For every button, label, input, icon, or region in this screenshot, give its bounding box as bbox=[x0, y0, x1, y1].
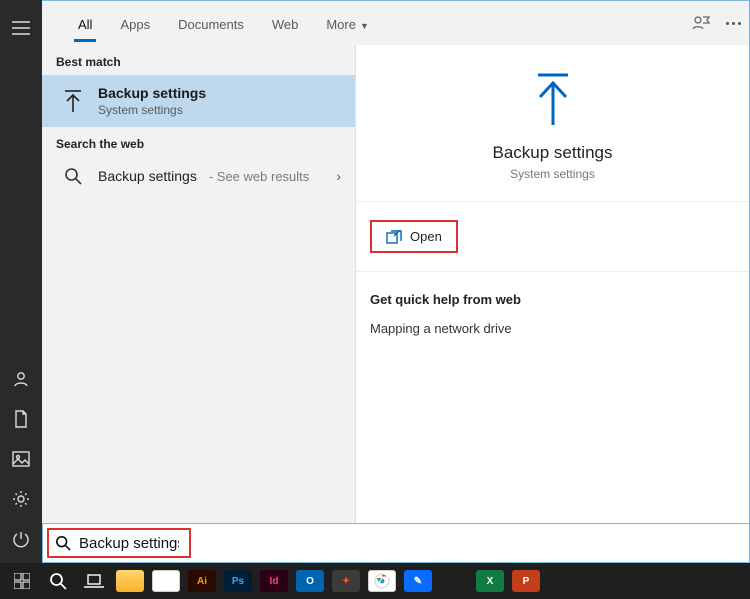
search-input[interactable] bbox=[79, 535, 179, 552]
open-button[interactable]: Open bbox=[370, 220, 458, 253]
open-label: Open bbox=[410, 229, 442, 244]
power-icon[interactable] bbox=[11, 529, 31, 549]
hamburger-icon[interactable] bbox=[11, 18, 31, 38]
feedback-icon[interactable] bbox=[685, 7, 717, 39]
chevron-right-icon: › bbox=[336, 168, 341, 184]
backup-arrow-icon bbox=[60, 88, 86, 114]
chevron-down-icon: ▼ bbox=[360, 21, 369, 31]
tab-apps[interactable]: Apps bbox=[106, 5, 164, 42]
app-outlook-icon[interactable]: O bbox=[294, 566, 326, 596]
document-icon[interactable] bbox=[11, 409, 31, 429]
search-icon bbox=[55, 535, 71, 551]
tab-documents[interactable]: Documents bbox=[164, 5, 258, 42]
task-view-icon[interactable] bbox=[78, 566, 110, 596]
search-web-label: Search the web bbox=[42, 127, 355, 157]
search-tabs: All Apps Documents Web More▼ bbox=[42, 1, 749, 45]
detail-subtitle: System settings bbox=[510, 167, 595, 181]
result-subtitle: System settings bbox=[98, 103, 206, 117]
tab-more[interactable]: More▼ bbox=[312, 5, 383, 42]
app-excel-icon[interactable]: X bbox=[474, 566, 506, 596]
app-photoshop-icon[interactable]: Ps bbox=[222, 566, 254, 596]
open-icon bbox=[386, 230, 402, 244]
backup-arrow-icon bbox=[528, 69, 578, 129]
user-icon[interactable] bbox=[11, 369, 31, 389]
app-powerpoint-icon[interactable]: P bbox=[510, 566, 542, 596]
app-chrome-icon[interactable] bbox=[366, 566, 398, 596]
search-panel: All Apps Documents Web More▼ Best match … bbox=[42, 0, 750, 563]
start-sidebar bbox=[0, 0, 42, 563]
more-options-icon[interactable] bbox=[717, 7, 749, 39]
app-notes-icon[interactable] bbox=[438, 566, 470, 596]
taskbar: Ai Ps Id O ✦ ✎ X P bbox=[0, 563, 750, 599]
app-edit-icon[interactable]: ✎ bbox=[402, 566, 434, 596]
app-brave-icon[interactable]: ✦ bbox=[330, 566, 362, 596]
app-calendar-icon[interactable] bbox=[150, 566, 182, 596]
pictures-icon[interactable] bbox=[11, 449, 31, 469]
detail-pane: Backup settings System settings Open Get… bbox=[355, 45, 749, 563]
file-explorer-icon[interactable] bbox=[114, 566, 146, 596]
result-web-backup-settings[interactable]: Backup settings - See web results › bbox=[42, 157, 355, 195]
result-backup-settings[interactable]: Backup settings System settings bbox=[42, 75, 355, 127]
app-illustrator-icon[interactable]: Ai bbox=[186, 566, 218, 596]
web-result-suffix: - See web results bbox=[209, 169, 309, 184]
help-link-mapping-drive[interactable]: Mapping a network drive bbox=[370, 321, 735, 336]
help-title: Get quick help from web bbox=[370, 292, 735, 307]
settings-gear-icon[interactable] bbox=[11, 489, 31, 509]
search-box-wrap bbox=[42, 523, 750, 563]
best-match-label: Best match bbox=[42, 45, 355, 75]
web-result-title: Backup settings bbox=[98, 168, 197, 184]
tab-web[interactable]: Web bbox=[258, 5, 313, 42]
search-icon bbox=[60, 167, 86, 185]
start-button[interactable] bbox=[6, 566, 38, 596]
tab-all[interactable]: All bbox=[64, 5, 106, 42]
app-indesign-icon[interactable]: Id bbox=[258, 566, 290, 596]
taskbar-search-icon[interactable] bbox=[42, 566, 74, 596]
detail-title: Backup settings bbox=[492, 143, 612, 163]
results-column: Best match Backup settings System settin… bbox=[42, 45, 355, 563]
result-title: Backup settings bbox=[98, 85, 206, 101]
